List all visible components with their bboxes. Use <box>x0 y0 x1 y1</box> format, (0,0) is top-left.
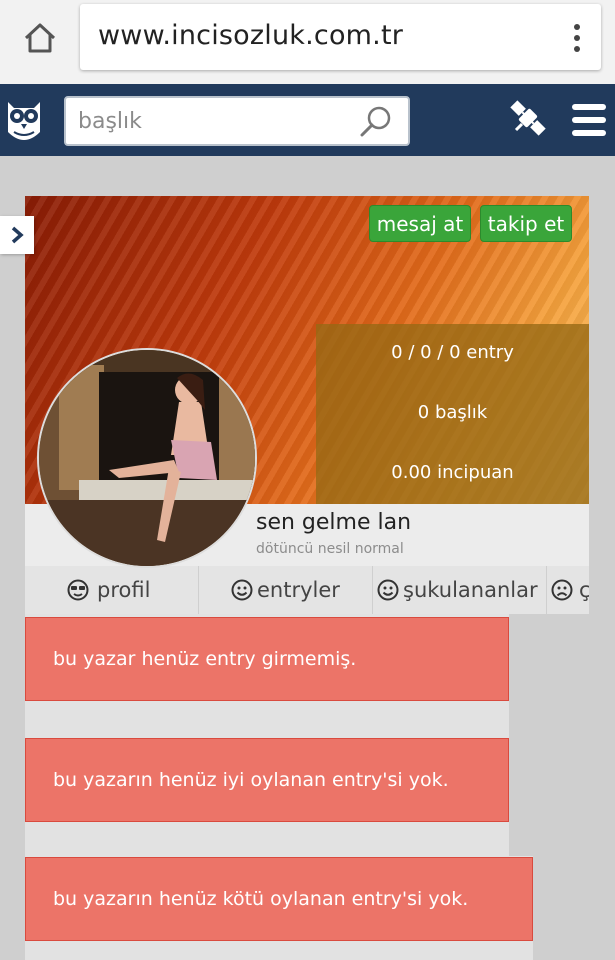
profile-tabs: profil entryler şukulananlar ç <box>25 566 589 614</box>
browser-toolbar: www.incisozluk.com.tr <box>0 0 615 84</box>
username: sen gelme lan <box>256 510 412 535</box>
url-text: www.incisozluk.com.tr <box>98 20 404 51</box>
send-message-button[interactable]: mesaj at <box>369 205 471 242</box>
frown-icon <box>547 566 577 614</box>
tab-cukulananlar[interactable]: ç <box>547 566 589 614</box>
incipuan: 0.00 incipuan <box>391 462 514 483</box>
tab-label: entryler <box>257 578 340 602</box>
follow-button[interactable]: takip et <box>480 205 572 242</box>
search-icon[interactable] <box>358 104 394 140</box>
no-good-entries-message: bu yazarın henüz iyi oylanan entry'si yo… <box>25 738 509 822</box>
user-title: dötüncü nesil normal <box>256 541 404 557</box>
home-icon[interactable] <box>18 18 62 58</box>
owl-logo-icon[interactable] <box>4 94 44 146</box>
title-count: 0 başlık <box>417 402 488 423</box>
satellite-icon[interactable] <box>506 96 550 140</box>
browser-menu-icon[interactable] <box>567 22 587 54</box>
search-input[interactable] <box>78 106 348 136</box>
chevron-right-icon <box>11 226 24 244</box>
tab-profil[interactable]: profil <box>25 566 199 614</box>
entry-count: 0 / 0 / 0 entry <box>391 342 514 363</box>
tab-label: ç <box>579 578 589 602</box>
smile-icon <box>227 566 257 614</box>
no-entries-message: bu yazar henüz entry girmemiş. <box>25 617 509 701</box>
avatar[interactable] <box>37 348 257 568</box>
menu-icon[interactable] <box>572 104 606 136</box>
address-bar[interactable]: www.incisozluk.com.tr <box>80 4 601 70</box>
no-bad-entries-message: bu yazarın henüz kötü oylanan entry'si y… <box>25 857 533 941</box>
profile-stats: 0 / 0 / 0 entry 0 başlık 0.00 incipuan <box>316 324 589 504</box>
tab-entryler[interactable]: entryler <box>199 566 373 614</box>
smile-icon <box>373 566 403 614</box>
sidebar-toggle[interactable] <box>0 216 34 254</box>
site-header <box>0 84 615 156</box>
tab-sukulananlar[interactable]: şukulananlar <box>373 566 547 614</box>
cool-face-icon <box>63 566 93 614</box>
tab-label: şukulananlar <box>403 578 538 602</box>
tab-label: profil <box>97 578 151 602</box>
search-box <box>64 96 410 146</box>
